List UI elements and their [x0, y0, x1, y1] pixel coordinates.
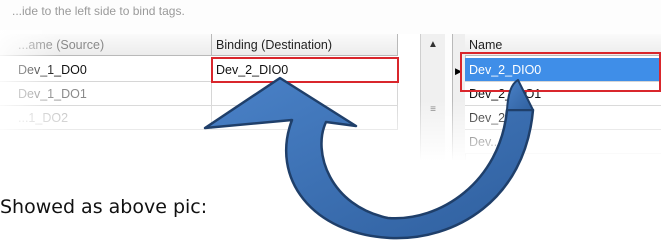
binding-cell[interactable] [212, 106, 398, 130]
source-cell[interactable]: Dev_1_DO1 [0, 82, 212, 106]
tag-row[interactable]: Dev_2... [465, 106, 661, 130]
caption-text: Showed as above pic: [0, 196, 208, 218]
source-binding-grid: ...ame (Source) Binding (Destination) De… [0, 34, 445, 160]
tag-list-grid: ▶ Name Dev_2_DIO0 Dev_2_DIO1 Dev_2... De… [452, 34, 661, 160]
vertical-scrollbar[interactable]: ▲ ≡ [420, 34, 445, 160]
column-header-name[interactable]: Name [465, 34, 661, 56]
column-header-source[interactable]: ...ame (Source) [0, 34, 212, 56]
tag-row[interactable]: Dev_2_DIO1 [465, 82, 661, 106]
triangle-up-icon[interactable]: ▲ [421, 34, 445, 56]
triangle-right-icon: ▶ [455, 66, 462, 76]
tag-row[interactable]: Dev... [465, 130, 661, 154]
source-cell[interactable]: ...1_DO2 [0, 106, 212, 130]
tag-row-selected[interactable]: Dev_2_DIO0 [465, 58, 661, 82]
instruction-text: ...ide to the left side to bind tags. [12, 4, 185, 18]
screenshot-panel: ...ide to the left side to bind tags. ..… [0, 0, 661, 160]
grip-lines-icon[interactable]: ≡ [425, 102, 441, 118]
column-header-binding[interactable]: Binding (Destination) [212, 34, 398, 56]
binding-cell[interactable]: Dev_2_DIO0 [212, 58, 398, 82]
binding-cell[interactable] [212, 82, 398, 106]
source-cell[interactable]: Dev_1_DO0 [0, 58, 212, 82]
